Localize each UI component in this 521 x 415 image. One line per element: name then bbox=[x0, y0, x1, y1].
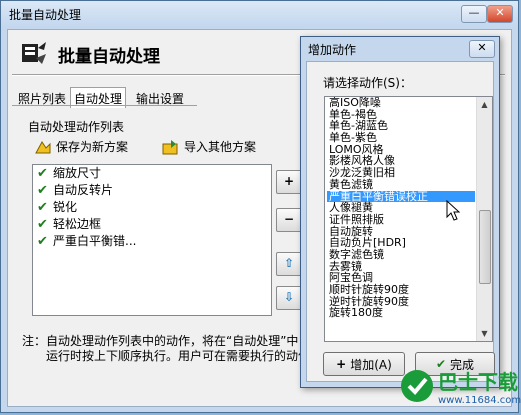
list-item[interactable]: ✔ 锐化 bbox=[33, 199, 271, 216]
close-button[interactable]: ✕ bbox=[487, 5, 513, 23]
list-item[interactable]: ✔ 缩放尺寸 bbox=[33, 165, 271, 182]
check-icon: ✔ bbox=[37, 200, 48, 215]
dialog-list-item[interactable]: 顺时针旋转90度 bbox=[327, 284, 475, 296]
dialog-list-item[interactable]: 单色-紫色 bbox=[327, 132, 475, 144]
plus-icon: + bbox=[336, 357, 347, 371]
scroll-down-icon[interactable]: ▼ bbox=[477, 326, 492, 341]
window-title: 批量自动处理 bbox=[9, 8, 82, 22]
action-list-label: 自动处理动作列表 bbox=[28, 120, 125, 134]
watermark-logo-icon bbox=[401, 370, 433, 402]
save-scheme-button[interactable]: 保存为新方案 bbox=[34, 138, 128, 155]
dialog-list-item[interactable]: 旋转180度 bbox=[327, 307, 475, 319]
check-icon: ✔ bbox=[37, 183, 48, 198]
import-scheme-button[interactable]: 导入其他方案 bbox=[162, 138, 256, 155]
save-icon bbox=[35, 140, 51, 153]
dialog-list-item[interactable]: 黄色滤镜 bbox=[327, 179, 475, 191]
scroll-thumb[interactable] bbox=[479, 210, 491, 284]
select-action-label: 请选择动作(S)： bbox=[323, 76, 412, 90]
save-scheme-label: 保存为新方案 bbox=[56, 140, 129, 154]
import-scheme-label: 导入其他方案 bbox=[184, 140, 257, 154]
dialog-list-item[interactable]: 高ISO降噪 bbox=[327, 97, 475, 109]
list-item[interactable]: ✔ 轻松边框 bbox=[33, 216, 271, 233]
import-icon bbox=[162, 139, 178, 154]
page-title: 批量自动处理 bbox=[58, 47, 160, 67]
scroll-up-icon[interactable]: ▲ bbox=[477, 97, 492, 112]
dialog-client: 请选择动作(S)： 高ISO降噪 单色-褐色 单色-湖蓝色 单色-紫色 LOMO风格 影楼… bbox=[306, 61, 495, 382]
dialog-list-item[interactable]: 数字滤色镜 bbox=[327, 249, 475, 261]
move-up-button[interactable]: ⇧ bbox=[276, 252, 302, 276]
check-icon: ✔ bbox=[37, 217, 48, 232]
add-action-button[interactable]: + bbox=[276, 170, 302, 194]
check-icon: ✔ bbox=[37, 166, 48, 181]
check-icon: ✔ bbox=[37, 234, 48, 249]
action-list[interactable]: ✔ 缩放尺寸 ✔ 自动反转片 ✔ 锐化 ✔ 轻松边框 ✔ 严重白平衡错... bbox=[32, 164, 272, 316]
mouse-cursor-icon bbox=[446, 200, 460, 221]
note-text: 注：自动处理动作列表中的动作，将在“自动处理”中 运行时按上下顺序执行。用户可在… bbox=[22, 334, 311, 363]
dialog-title: 增加动作 bbox=[308, 43, 357, 57]
dialog-close-button[interactable]: ✕ bbox=[469, 40, 495, 58]
add-button[interactable]: + 增加(A) bbox=[323, 352, 405, 376]
watermark: 巴士下载 www.11684.com bbox=[400, 366, 521, 406]
tab-strip-line bbox=[12, 105, 197, 106]
move-down-button[interactable]: ⇩ bbox=[276, 286, 302, 310]
remove-action-button[interactable]: − bbox=[276, 208, 302, 232]
batch-process-icon bbox=[22, 42, 46, 64]
list-item[interactable]: ✔ 严重白平衡错... bbox=[33, 233, 271, 250]
list-item[interactable]: ✔ 自动反转片 bbox=[33, 182, 271, 199]
list-scrollbar[interactable]: ▲ ▼ bbox=[476, 97, 492, 341]
watermark-url: www.11684.com bbox=[438, 395, 521, 406]
minimize-button[interactable]: — bbox=[461, 5, 487, 23]
watermark-brand: 巴士下载 bbox=[438, 370, 518, 394]
add-action-dialog: 增加动作 ✕ 请选择动作(S)： 高ISO降噪 单色-褐色 单色-湖蓝色 单色-紫色 L… bbox=[300, 36, 500, 388]
available-actions-list[interactable]: 高ISO降噪 单色-褐色 单色-湖蓝色 单色-紫色 LOMO风格 影楼风格人像 沙龙泛黄旧相… bbox=[324, 96, 493, 342]
title-bar[interactable]: 批量自动处理 — ✕ bbox=[1, 1, 518, 27]
